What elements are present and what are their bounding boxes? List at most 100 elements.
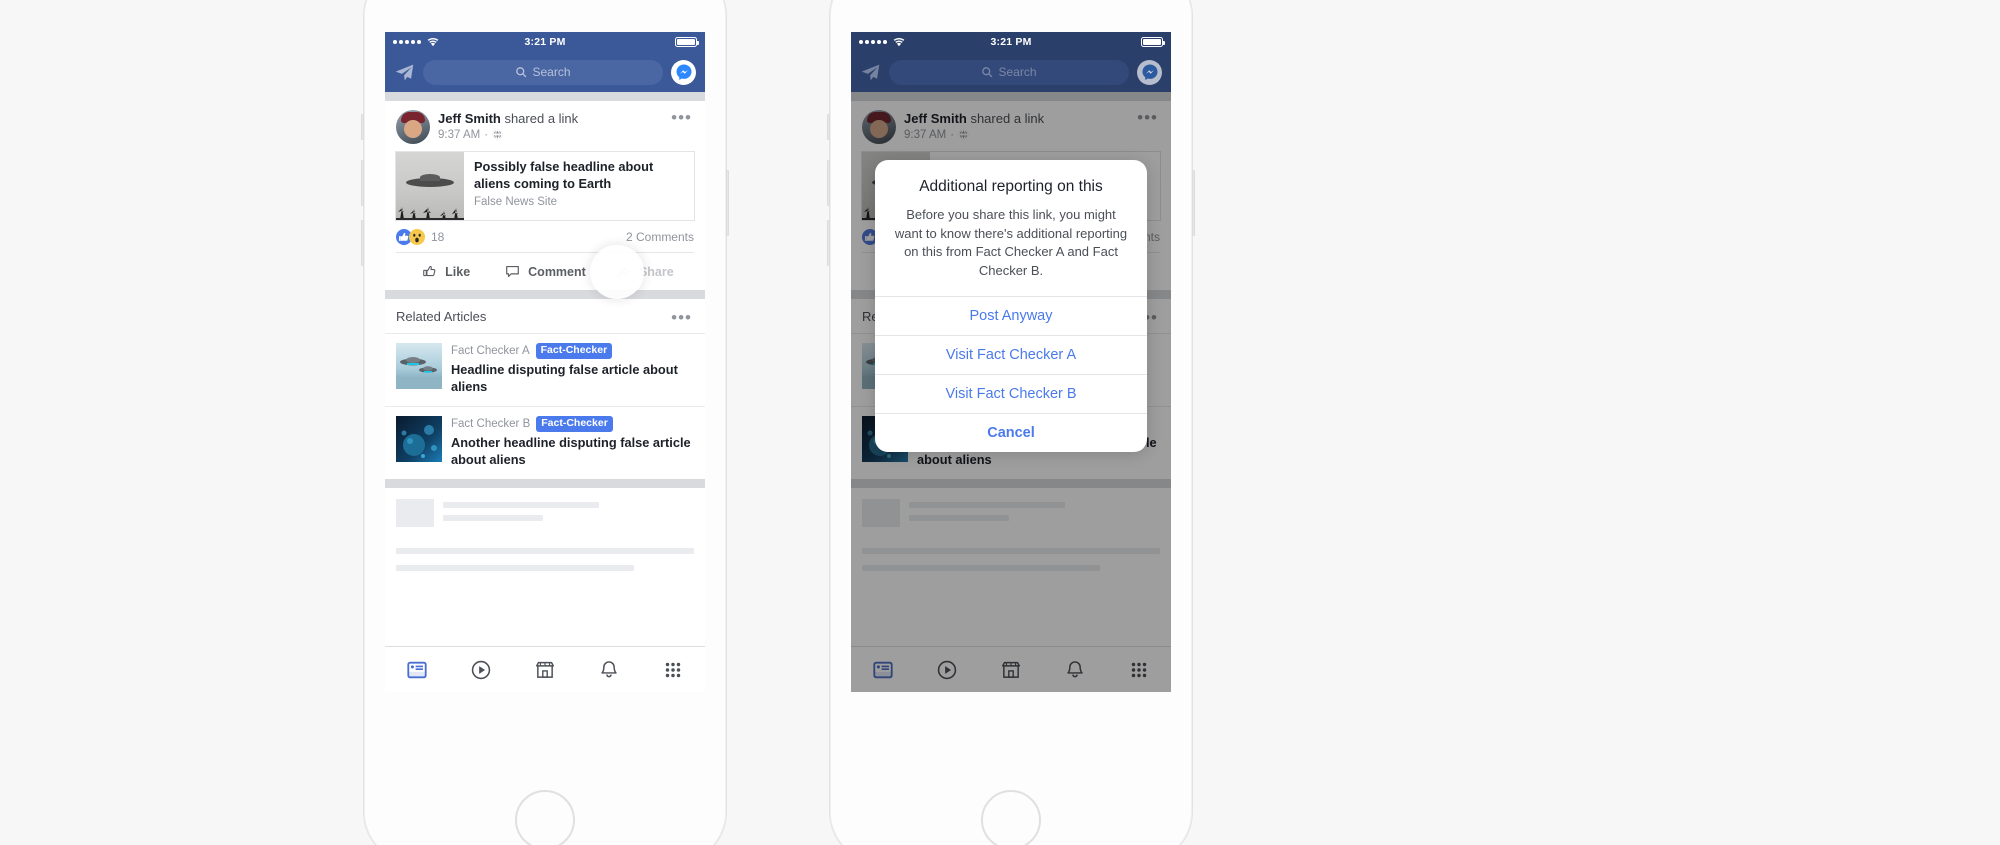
bell-icon (1067, 660, 1083, 677)
link-attachment[interactable]: Possibly false headline about aliens com… (395, 151, 695, 221)
avatar[interactable] (396, 110, 430, 144)
power-button[interactable] (1192, 170, 1195, 236)
status-time: 3:21 PM (524, 36, 566, 48)
alert-header: Additional reporting on this Before you … (875, 160, 1147, 296)
search-icon (516, 67, 527, 78)
related-title: Related Articles (396, 309, 487, 324)
related-menu-button[interactable]: ••• (665, 309, 694, 326)
placeholder-line (909, 514, 1010, 521)
post-menu-button[interactable]: ••• (1131, 109, 1160, 126)
paper-plane-icon[interactable] (860, 62, 881, 83)
status-badge: Fact-Checker (536, 415, 613, 433)
phone-right: 3:21 PM Search Jeff Smith shared a link … (827, 0, 1195, 845)
post-card: Jeff Smith shared a link 9:37 AM · (385, 101, 705, 299)
avatar[interactable] (862, 110, 896, 144)
post-author-line: Jeff Smith shared a link (904, 110, 1131, 128)
post-meta: Jeff Smith shared a link 9:37 AM · (438, 110, 665, 141)
messenger-icon[interactable] (1137, 59, 1162, 85)
post-meta: Jeff Smith shared a link 9:37 AM · (904, 110, 1131, 141)
play-circle-icon (937, 660, 957, 679)
post-action-bar: Like Comment Share (396, 244, 694, 299)
search-input[interactable]: Search (889, 59, 1129, 85)
silent-switch[interactable] (827, 114, 830, 140)
bottom-tab-bar (385, 646, 705, 692)
home-button[interactable] (515, 790, 575, 845)
list-item[interactable]: Fact Checker A Fact-Checker Headline dis… (385, 333, 705, 406)
sidebar-item-news-feed[interactable] (851, 659, 915, 681)
sidebar-item-watch[interactable] (915, 659, 979, 681)
post-header: Jeff Smith shared a link 9:37 AM · ••• (385, 101, 705, 151)
list-item[interactable]: Fact Checker B Fact-Checker Another head… (385, 405, 705, 479)
globe-icon (958, 129, 969, 140)
volume-down-button[interactable] (827, 220, 830, 266)
tap-indicator (590, 244, 644, 299)
like-label: Like (445, 264, 471, 279)
comment-count[interactable]: 2 Comments (626, 230, 694, 244)
sidebar-item-menu[interactable] (641, 659, 705, 681)
sidebar-item-marketplace[interactable] (513, 659, 577, 681)
sidebar-item-watch[interactable] (449, 659, 513, 681)
grid-menu-icon (665, 662, 681, 677)
sidebar-item-notifications[interactable] (1043, 659, 1107, 681)
attachment-image (396, 152, 464, 220)
post-anyway-button[interactable]: Post Anyway (875, 295, 1147, 335)
status-bar: 3:21 PM (851, 32, 1171, 52)
thumbs-up-icon (423, 266, 436, 277)
volume-up-button[interactable] (827, 160, 830, 206)
reactions-row: 18 2 Comments (385, 221, 705, 252)
screenshot-stage: 3:21 PM Search Jeff Smith shared a link … (0, 0, 2000, 845)
news-feed[interactable]: Jeff Smith shared a link 9:37 AM · (385, 92, 705, 646)
sidebar-item-menu[interactable] (1107, 659, 1171, 681)
attachment-headline: Possibly false headline about aliens com… (474, 159, 654, 191)
related-headline: Another headline disputing false article… (451, 435, 691, 467)
post-menu-button[interactable]: ••• (665, 109, 694, 126)
placeholder-lines (443, 499, 694, 528)
share-label: Share (638, 264, 674, 279)
volume-down-button[interactable] (361, 220, 364, 266)
visit-fact-checker-a-button[interactable]: Visit Fact Checker A (875, 334, 1147, 374)
post-header: Jeff Smith shared a link 9:37 AM · ••• (851, 101, 1171, 151)
silent-switch[interactable] (361, 114, 364, 140)
sidebar-item-notifications[interactable] (577, 659, 641, 681)
status-bar: 3:21 PM (385, 32, 705, 52)
placeholder-row (396, 498, 694, 528)
placeholder-lines (909, 499, 1160, 528)
phone-screen-left: 3:21 PM Search Jeff Smith shared a link … (385, 32, 705, 692)
placeholder-thumb (862, 498, 900, 527)
placeholder-line (396, 547, 694, 554)
comment-button[interactable]: Comment (495, 263, 594, 280)
home-button[interactable] (981, 790, 1041, 845)
search-icon (982, 67, 993, 78)
post-separator: · (950, 128, 955, 141)
comment-label: Comment (528, 264, 586, 279)
related-source: Fact Checker B (451, 417, 531, 430)
alert-dialog: Additional reporting on this Before you … (875, 160, 1147, 452)
related-headline: Headline disputing false article about a… (451, 362, 678, 395)
visit-fact-checker-b-button[interactable]: Visit Fact Checker B (875, 373, 1147, 413)
feed-spacer (385, 92, 705, 101)
post-action-text: shared a link (500, 111, 579, 126)
grid-menu-icon (1131, 662, 1147, 677)
status-time: 3:21 PM (990, 36, 1032, 48)
wow-reaction-icon (409, 229, 425, 245)
post-author-name[interactable]: Jeff Smith (438, 111, 501, 126)
news-feed-icon (407, 661, 427, 678)
related-thumbnail-b (396, 415, 442, 462)
sidebar-item-marketplace[interactable] (979, 659, 1043, 681)
sidebar-item-news-feed[interactable] (385, 659, 449, 681)
power-button[interactable] (726, 170, 729, 236)
placeholder-post (851, 488, 1171, 571)
feed-spacer-2 (385, 290, 705, 299)
post-author-name[interactable]: Jeff Smith (904, 111, 967, 126)
feed-spacer-3 (385, 478, 705, 488)
phone-screen-right: 3:21 PM Search Jeff Smith shared a link … (851, 32, 1171, 692)
post-time: 9:37 AM (438, 128, 481, 141)
like-button[interactable]: Like (396, 263, 495, 280)
messenger-icon[interactable] (671, 59, 696, 85)
storefront-icon (536, 661, 554, 678)
search-input[interactable]: Search (423, 59, 663, 85)
volume-up-button[interactable] (361, 160, 364, 206)
paper-plane-icon[interactable] (394, 62, 415, 83)
app-nav-bar: Search (385, 52, 705, 92)
cancel-button[interactable]: Cancel (875, 412, 1147, 452)
